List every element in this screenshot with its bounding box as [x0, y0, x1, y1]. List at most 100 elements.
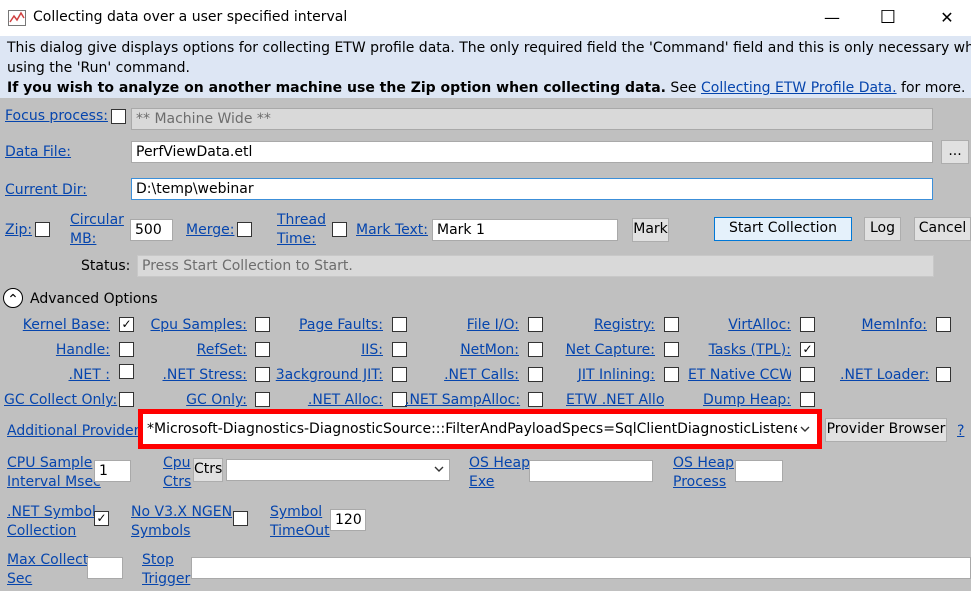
log-button[interactable]: Log: [864, 217, 901, 241]
net-symbol-collection-checkbox[interactable]: ✓: [94, 511, 109, 526]
etw-net-alloc-label[interactable]: ETW .NET Allo: [566, 392, 664, 408]
cpu-sample-interval-label[interactable]: CPU Sample Interval Msec: [7, 454, 101, 492]
net-native-ccw-label[interactable]: ET Native CCW:: [688, 367, 791, 383]
stop-trigger-label[interactable]: Stop Trigger: [142, 551, 190, 589]
kernel-base-checkbox[interactable]: ✓: [119, 317, 134, 332]
iis-label[interactable]: IIS:: [280, 342, 383, 358]
minimize-icon[interactable]: —: [809, 0, 855, 36]
file-io-label[interactable]: File I/O:: [420, 317, 519, 333]
dotnet-label[interactable]: .NET :: [0, 367, 111, 383]
no-v3x-ngen-symbols-label[interactable]: No V3.X NGEN Symbols: [131, 503, 232, 541]
provider-browser-button[interactable]: Provider Browser: [825, 418, 947, 442]
mark-text-input[interactable]: Mark 1: [432, 219, 618, 241]
collapse-icon[interactable]: ⌃: [3, 288, 23, 308]
netmon-label[interactable]: NetMon:: [420, 342, 519, 358]
meminfo-label[interactable]: MemInfo:: [840, 317, 927, 333]
gc-only-label[interactable]: GC Only:: [140, 392, 247, 408]
mark-text-label[interactable]: Mark Text:: [356, 222, 428, 238]
mark-button[interactable]: Mark: [632, 218, 669, 242]
page-faults-label[interactable]: Page Faults:: [280, 317, 383, 333]
handle-checkbox[interactable]: [119, 342, 134, 357]
cpu-ctrs-label[interactable]: Cpu Ctrs: [163, 454, 191, 492]
no-v3x-ngen-symbols-checkbox[interactable]: [233, 511, 248, 526]
dump-heap-checkbox[interactable]: [800, 392, 815, 407]
additional-providers-label[interactable]: Additional Providers: [7, 423, 147, 439]
dotnet-checkbox[interactable]: [119, 364, 134, 379]
net-native-ccw-checkbox[interactable]: [800, 367, 815, 382]
focus-process-input[interactable]: ** Machine Wide **: [131, 108, 933, 130]
circular-mb-label[interactable]: Circular MB:: [70, 211, 124, 249]
cpu-ctrs-select[interactable]: [226, 459, 450, 481]
net-sampalloc-label[interactable]: .NET SampAlloc:: [405, 392, 520, 408]
chevron-down-icon[interactable]: [433, 464, 445, 474]
tasks-tpl-checkbox[interactable]: ✓: [800, 342, 815, 357]
thread-time-label[interactable]: Thread Time:: [277, 211, 326, 249]
thread-time-checkbox[interactable]: [332, 222, 347, 237]
refset-label[interactable]: RefSet:: [140, 342, 247, 358]
current-dir-input[interactable]: D:\temp\webinar: [131, 178, 933, 200]
iis-checkbox[interactable]: [392, 342, 407, 357]
background-jit-checkbox[interactable]: [392, 367, 407, 382]
max-collect-sec-input[interactable]: [87, 557, 123, 579]
merge-checkbox[interactable]: [237, 222, 252, 237]
net-loader-checkbox[interactable]: [936, 367, 951, 382]
os-heap-exe-input[interactable]: [529, 460, 653, 482]
net-alloc-label[interactable]: .NET Alloc:: [280, 392, 383, 408]
gc-only-checkbox[interactable]: [255, 392, 270, 407]
chevron-down-icon[interactable]: [799, 424, 811, 434]
net-stress-checkbox[interactable]: [255, 367, 270, 382]
net-capture-checkbox[interactable]: [664, 342, 679, 357]
gc-collect-only-label[interactable]: GC Collect Only:: [4, 392, 117, 408]
net-loader-label[interactable]: .NET Loader:: [840, 367, 929, 383]
net-capture-label[interactable]: Net Capture:: [560, 342, 655, 358]
os-heap-process-input[interactable]: [735, 460, 783, 482]
registry-label[interactable]: Registry:: [560, 317, 655, 333]
focus-process-label[interactable]: Focus process:: [5, 108, 108, 124]
cpu-samples-checkbox[interactable]: [255, 317, 270, 332]
virtalloc-label[interactable]: VirtAlloc:: [700, 317, 791, 333]
ctrs-button[interactable]: Ctrs: [193, 458, 223, 482]
net-stress-label[interactable]: .NET Stress:: [140, 367, 247, 383]
additional-providers-combo[interactable]: *Microsoft-Diagnostics-DiagnosticSource:…: [147, 421, 797, 437]
net-symbol-collection-label[interactable]: .NET Symbol Collection: [7, 503, 96, 541]
collecting-etw-link[interactable]: Collecting ETW Profile Data.: [701, 80, 897, 96]
os-heap-process-label[interactable]: OS Heap Process: [673, 454, 734, 492]
jit-inlining-checkbox[interactable]: [664, 367, 679, 382]
start-collection-button[interactable]: Start Collection: [714, 217, 852, 241]
virtalloc-checkbox[interactable]: [800, 317, 815, 332]
data-file-input[interactable]: PerfViewData.etl: [131, 141, 933, 163]
os-heap-exe-label[interactable]: OS Heap Exe: [469, 454, 530, 492]
net-calls-checkbox[interactable]: [528, 367, 543, 382]
current-dir-label[interactable]: Current Dir:: [5, 182, 87, 198]
maximize-icon[interactable]: ☐: [865, 0, 911, 36]
net-sampalloc-checkbox[interactable]: [528, 392, 543, 407]
tasks-tpl-label[interactable]: Tasks (TPL):: [700, 342, 791, 358]
cpu-samples-label[interactable]: Cpu Samples:: [140, 317, 248, 333]
gc-collect-only-checkbox[interactable]: [119, 392, 134, 407]
data-file-label[interactable]: Data File:: [5, 144, 71, 160]
circular-mb-input[interactable]: 500: [130, 219, 173, 241]
zip-checkbox[interactable]: [35, 222, 50, 237]
data-file-browse-button[interactable]: ...: [941, 140, 969, 164]
help-link[interactable]: ?: [957, 423, 964, 439]
file-io-checkbox[interactable]: [528, 317, 543, 332]
page-faults-checkbox[interactable]: [392, 317, 407, 332]
cpu-sample-interval-input[interactable]: 1: [94, 460, 131, 482]
focus-process-checkbox[interactable]: [111, 109, 126, 124]
close-icon[interactable]: ✕: [924, 0, 970, 36]
netmon-checkbox[interactable]: [528, 342, 543, 357]
symbol-timeout-input[interactable]: 120: [330, 509, 366, 531]
max-collect-sec-label[interactable]: Max Collect Sec: [7, 551, 88, 589]
net-calls-label[interactable]: .NET Calls:: [420, 367, 519, 383]
advanced-options-label[interactable]: Advanced Options: [30, 291, 158, 307]
symbol-timeout-label[interactable]: Symbol TimeOut: [270, 503, 330, 541]
kernel-base-label[interactable]: Kernel Base:: [0, 317, 110, 333]
meminfo-checkbox[interactable]: [936, 317, 951, 332]
refset-checkbox[interactable]: [255, 342, 270, 357]
stop-trigger-input[interactable]: [191, 557, 971, 579]
background-jit-label[interactable]: 3ackground JIT:: [270, 367, 383, 383]
registry-checkbox[interactable]: [664, 317, 679, 332]
handle-label[interactable]: Handle:: [0, 342, 110, 358]
dump-heap-label[interactable]: Dump Heap:: [700, 392, 791, 408]
merge-label[interactable]: Merge:: [186, 222, 234, 238]
